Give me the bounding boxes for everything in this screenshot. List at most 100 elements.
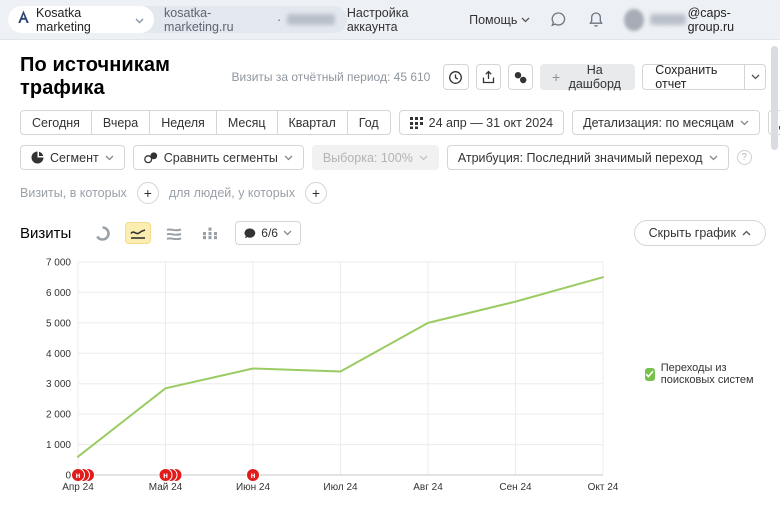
counter-name: Kosatka marketing [36,6,129,34]
chevron-down-icon [105,155,114,161]
check-icon [645,370,654,378]
top-bar: Kosatka marketing kosatka-marketing.ru ·… [0,0,780,40]
svg-text:Авг 24: Авг 24 [413,482,443,493]
compare-segments-icon [144,151,158,164]
svg-text:0: 0 [65,471,71,482]
user-email: @caps-group.ru [650,6,768,34]
period-button-сегодня[interactable]: Сегодня [20,110,92,135]
svg-text:н: н [251,471,256,480]
scrollbar-thumb[interactable] [771,46,778,150]
compare-segments-button[interactable]: Сравнить сегменты [133,145,304,170]
date-range-button[interactable]: 24 апр — 31 окт 2024 [399,110,564,135]
stacked-area-icon[interactable] [161,222,187,244]
chevron-down-icon [521,17,530,23]
legend-item-search-traffic[interactable]: Переходы из поисковых систем [645,362,780,386]
report-actions: Визиты за отчётный период: 45 610 + На д… [232,64,767,90]
visits-line-chart[interactable]: 01 0002 0003 0004 0005 0006 0007 000Апр … [38,254,638,504]
svg-text:н: н [76,471,81,480]
counter-selector[interactable]: Kosatka marketing [8,6,154,33]
chevron-down-icon [135,11,144,29]
visits-period-summary: Визиты за отчётный период: 45 610 [232,70,431,84]
date-range-label: 24 апр — 31 окт 2024 [429,116,553,130]
detalization-label: Детализация: по месяцам [583,116,734,130]
chevron-down-icon [419,155,428,161]
help-menu[interactable]: Помощь [469,13,530,27]
masked-email-user [650,14,686,25]
account-settings-link[interactable]: Настройка аккаунта [347,6,451,34]
chat-bubble-icon[interactable] [548,9,568,31]
chart-metric-title: Визиты [20,225,71,242]
svg-text:7 000: 7 000 [46,258,71,269]
help-label: Помощь [469,13,517,27]
chevron-up-icon [742,230,751,236]
counter-domain-area: kosatka-marketing.ru · [154,6,335,34]
clock-icon [448,70,463,85]
attribution-label: Атрибуция: Последний значимый переход [458,151,703,165]
svg-text:1 000: 1 000 [46,440,71,451]
column-chart-icon[interactable] [197,222,223,244]
pie-icon [31,151,44,164]
hide-chart-button[interactable]: Скрыть график [634,220,766,246]
sampling-select[interactable]: Выборка: 100% [312,145,439,170]
kosatka-logo-icon [17,10,30,29]
series-count-dropdown[interactable]: 6/6 [235,221,301,245]
svg-text:Май 24: Май 24 [149,482,183,493]
period-button-квартал[interactable]: Квартал [278,110,348,135]
history-button[interactable] [443,64,468,90]
save-report-button[interactable]: Сохранить отчет [643,65,744,89]
export-icon [481,70,496,85]
svg-text:5 000: 5 000 [46,318,71,329]
metrica-drops-button[interactable] [508,64,533,90]
calendar-grid-icon [410,117,423,129]
legend-label: Переходы из поисковых систем [661,362,780,386]
svg-text:4 000: 4 000 [46,349,71,360]
attribution-select[interactable]: Атрибуция: Последний значимый переход [447,145,729,170]
svg-text:3 000: 3 000 [46,379,71,390]
segment-button[interactable]: Сегмент [20,145,125,170]
period-button-неделя[interactable]: Неделя [150,110,217,135]
visits-chart-area: 01 0002 0003 0004 0005 0006 0007 000Апр … [38,254,780,504]
period-button-месяц[interactable]: Месяц [217,110,278,135]
add-visit-condition-button[interactable]: + [137,182,159,204]
avatar [624,9,644,31]
add-to-dashboard-button[interactable]: + На дашборд [540,64,635,90]
add-people-condition-button[interactable]: + [305,182,327,204]
segment-label: Сегмент [50,151,99,165]
visits-condition-label: Визиты, в которых [20,186,127,200]
counter-domain: kosatka-marketing.ru [164,6,271,34]
period-button-год[interactable]: Год [348,110,391,135]
speech-bubble-icon [244,228,256,239]
svg-text:Июл 24: Июл 24 [323,482,358,493]
plus-icon: + [552,69,560,85]
bell-icon[interactable] [586,9,606,31]
chevron-down-icon [740,120,749,126]
legend-checkbox[interactable] [645,368,655,381]
detalization-select[interactable]: Детализация: по месяцам [572,110,760,135]
period-button-вчера[interactable]: Вчера [92,110,150,135]
visits-period-label: Визиты за отчётный период: [232,70,391,84]
page-title: По источникам трафика [20,54,232,100]
top-navigation: Настройка аккаунта Помощь @caps-group.ru [347,6,768,34]
hide-chart-label: Скрыть график [649,226,736,240]
metrica-drops-icon [513,70,528,85]
svg-text:Апр 24: Апр 24 [62,482,94,493]
masked-counter-id [287,14,335,25]
sampling-label: Выборка: 100% [323,151,413,165]
save-report-dropdown[interactable] [744,65,765,89]
people-condition-label: для людей, у которых [169,186,295,200]
dashboard-label: На дашборд [566,63,623,91]
save-report-split-button: Сохранить отчет [642,64,766,90]
chart-type-switcher [89,222,223,244]
series-count-label: 6/6 [261,226,278,240]
user-account[interactable]: @caps-group.ru [624,6,768,34]
chevron-down-icon [283,230,292,236]
svg-text:Июн 24: Июн 24 [236,482,271,493]
svg-text:2 000: 2 000 [46,410,71,421]
visits-period-value: 45 610 [394,70,431,84]
export-button[interactable] [476,64,501,90]
compare-segments-label: Сравнить сегменты [164,151,278,165]
line-chart-icon[interactable] [125,222,151,244]
donut-chart-icon[interactable] [89,222,115,244]
chevron-down-icon [709,155,718,161]
help-icon[interactable]: ? [737,150,752,165]
